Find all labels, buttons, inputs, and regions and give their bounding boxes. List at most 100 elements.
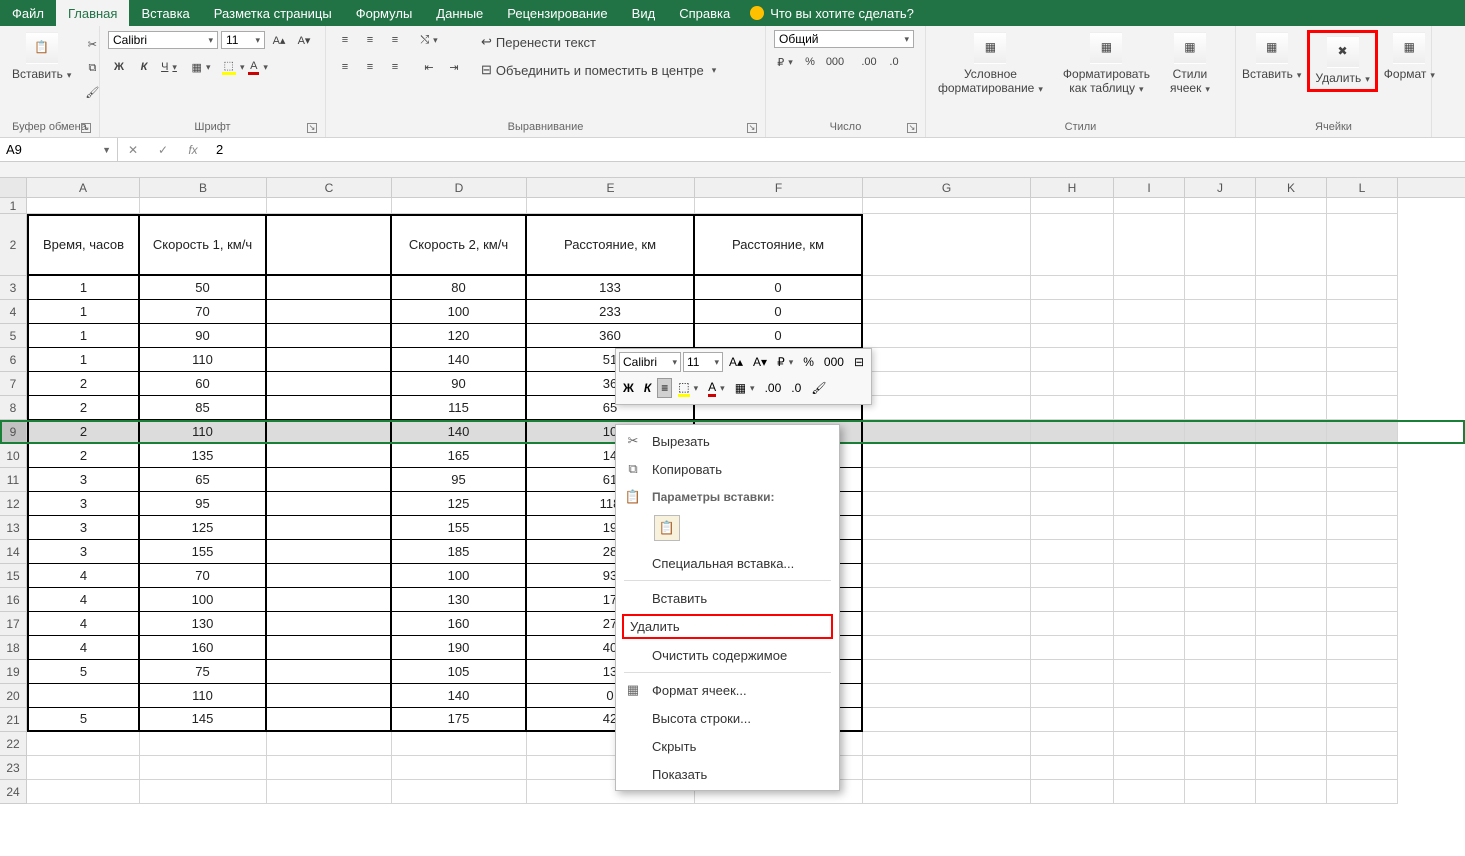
cell[interactable] <box>1327 372 1398 396</box>
cell[interactable] <box>1185 324 1256 348</box>
tab-review[interactable]: Рецензирование <box>495 0 619 26</box>
ctx-copy[interactable]: ⧉Копировать <box>616 455 839 483</box>
mini-size-combo[interactable]: 11 <box>683 352 723 372</box>
cell[interactable] <box>1031 198 1114 214</box>
cell[interactable]: 3 <box>27 540 140 564</box>
cell[interactable] <box>1327 684 1398 708</box>
cell[interactable] <box>1256 780 1327 804</box>
cell[interactable] <box>1114 214 1185 276</box>
cell[interactable]: 0 <box>695 324 863 348</box>
cell[interactable] <box>1185 612 1256 636</box>
cell[interactable] <box>1327 588 1398 612</box>
align-bottom-icon[interactable]: ≡ <box>384 30 406 50</box>
ctx-paste-option[interactable]: 📋 <box>616 511 839 549</box>
cell[interactable] <box>1114 468 1185 492</box>
cell[interactable] <box>267 492 392 516</box>
cell[interactable]: 360 <box>527 324 695 348</box>
format-table-button[interactable]: ▦ Форматироватькак таблицу <box>1059 30 1154 98</box>
cell[interactable] <box>1256 492 1327 516</box>
cell[interactable] <box>1327 348 1398 372</box>
tab-help[interactable]: Справка <box>667 0 742 26</box>
cell[interactable] <box>863 780 1031 804</box>
row-header[interactable]: 19 <box>0 660 27 684</box>
cell[interactable] <box>1185 372 1256 396</box>
cell[interactable] <box>863 300 1031 324</box>
cell[interactable] <box>267 636 392 660</box>
tab-home[interactable]: Главная <box>56 0 129 26</box>
cell[interactable] <box>1185 468 1256 492</box>
mini-border-icon[interactable]: ▦ <box>731 378 759 398</box>
cell[interactable] <box>1114 396 1185 420</box>
cell[interactable]: 90 <box>140 324 267 348</box>
cell[interactable] <box>1256 540 1327 564</box>
ctx-format-cells[interactable]: ▦Формат ячеек... <box>616 676 839 704</box>
cell[interactable]: 70 <box>140 564 267 588</box>
cell[interactable] <box>863 214 1031 276</box>
cell[interactable] <box>1327 396 1398 420</box>
cell[interactable]: 190 <box>392 636 527 660</box>
font-family-combo[interactable]: Calibri <box>108 31 218 49</box>
decrease-indent-icon[interactable]: ⇤ <box>418 57 440 77</box>
row-header[interactable]: 17 <box>0 612 27 636</box>
ctx-paste-special[interactable]: Специальная вставка... <box>616 549 839 577</box>
decrease-decimal-icon[interactable]: .0 <box>883 52 905 72</box>
cell[interactable]: 160 <box>392 612 527 636</box>
cell[interactable] <box>863 588 1031 612</box>
cell[interactable] <box>695 198 863 214</box>
cell[interactable] <box>1185 708 1256 732</box>
cell[interactable] <box>1031 444 1114 468</box>
cell[interactable]: Скорость 1, км/ч <box>140 214 267 276</box>
cell[interactable] <box>267 660 392 684</box>
row-header[interactable]: 13 <box>0 516 27 540</box>
cell[interactable] <box>140 198 267 214</box>
cell[interactable] <box>863 660 1031 684</box>
mini-italic-button[interactable]: К <box>640 378 655 398</box>
cell[interactable]: 70 <box>140 300 267 324</box>
col-header-H[interactable]: H <box>1031 178 1114 197</box>
cell[interactable] <box>863 444 1031 468</box>
cell[interactable] <box>1114 564 1185 588</box>
cell[interactable]: 1 <box>27 348 140 372</box>
cell[interactable] <box>1185 756 1256 780</box>
cell[interactable]: 110 <box>140 684 267 708</box>
cell[interactable]: 1 <box>27 324 140 348</box>
cell[interactable] <box>1185 492 1256 516</box>
cell[interactable]: 2 <box>27 444 140 468</box>
cell[interactable]: 4 <box>27 612 140 636</box>
cell[interactable] <box>1327 636 1398 660</box>
cell[interactable]: 100 <box>392 300 527 324</box>
cell[interactable]: 185 <box>392 540 527 564</box>
cell[interactable] <box>27 780 140 804</box>
cell[interactable]: 4 <box>27 564 140 588</box>
col-header-B[interactable]: B <box>140 178 267 197</box>
cell[interactable] <box>1114 444 1185 468</box>
align-right-icon[interactable]: ≡ <box>384 57 406 77</box>
col-header-C[interactable]: C <box>267 178 392 197</box>
mini-comma-icon[interactable]: 000 <box>820 352 848 372</box>
cell[interactable] <box>1185 214 1256 276</box>
cell[interactable] <box>1256 708 1327 732</box>
cell[interactable] <box>1031 348 1114 372</box>
cell[interactable]: 75 <box>140 660 267 684</box>
cell[interactable]: 155 <box>140 540 267 564</box>
bold-button[interactable]: Ж <box>108 57 130 77</box>
increase-decimal-icon[interactable]: .00 <box>858 52 880 72</box>
formula-input[interactable]: 2 <box>208 138 1465 161</box>
tab-insert[interactable]: Вставка <box>129 0 201 26</box>
insert-cells-button[interactable]: ▦ Вставить <box>1238 30 1305 84</box>
cell[interactable]: 125 <box>392 492 527 516</box>
cell[interactable] <box>1256 372 1327 396</box>
row-header[interactable]: 24 <box>0 780 27 804</box>
row-header[interactable]: 9 <box>0 420 27 444</box>
font-color-button[interactable]: A <box>247 57 269 77</box>
cell[interactable]: 5 <box>27 708 140 732</box>
cell[interactable] <box>267 708 392 732</box>
cell[interactable] <box>863 540 1031 564</box>
cell[interactable]: Расстояние, км <box>695 214 863 276</box>
merge-center-button[interactable]: ⊟Объединить и поместить в центре <box>481 58 716 82</box>
row-header[interactable]: 15 <box>0 564 27 588</box>
cell[interactable] <box>1031 732 1114 756</box>
cell[interactable] <box>267 564 392 588</box>
cell[interactable] <box>1327 420 1398 444</box>
cell[interactable] <box>1256 396 1327 420</box>
